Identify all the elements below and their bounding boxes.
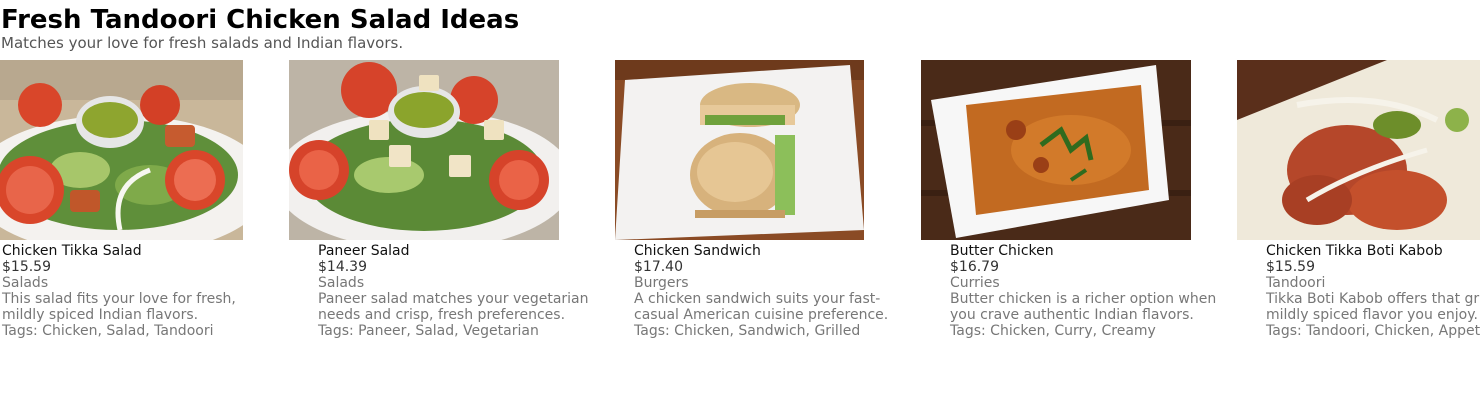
tags-label: Tags: — [2, 323, 38, 339]
dish-name[interactable]: Paneer Salad — [318, 243, 589, 259]
sandwich-photo-icon — [615, 60, 864, 240]
dish-price: $14.39 — [318, 259, 367, 275]
dish-category: Tandoori — [1266, 275, 1326, 291]
dish-name[interactable]: Chicken Tikka Salad — [2, 243, 236, 259]
dish-description-line-2: mildly spiced flavor you enjoy. — [1266, 307, 1478, 323]
dish-description-line-2: needs and crisp, fresh preferences. — [318, 307, 566, 323]
recommendation-card-paneer-salad[interactable]: Paneer Salad $14.39 Salads Paneer salad … — [289, 60, 589, 360]
dish-description-line-1: Paneer salad matches your vegetarian — [318, 291, 589, 307]
dish-price: $15.59 — [1266, 259, 1315, 275]
chicken-tikka-boti-kabob-image[interactable] — [1237, 60, 1480, 240]
dish-description-line-1: Butter chicken is a richer option when — [950, 291, 1217, 307]
tags-label: Tags: — [634, 323, 670, 339]
recommendation-card-chicken-sandwich[interactable]: Chicken Sandwich $17.40 Burgers A chicke… — [615, 60, 915, 360]
curry-photo-icon — [921, 60, 1191, 240]
dish-tags: Tags: Chicken, Salad, Tandoori — [2, 323, 236, 339]
tags-label: Tags: — [318, 323, 354, 339]
dish-description-line-2: casual American cuisine preference. — [634, 307, 889, 323]
tags-value: Paneer, Salad, Vegetarian — [358, 323, 539, 339]
dish-description-line-2: you crave authentic Indian flavors. — [950, 307, 1194, 323]
dish-description-line-1: Tikka Boti Kabob offers that gr — [1266, 291, 1480, 307]
dish-tags: Tags: Chicken, Curry, Creamy — [950, 323, 1216, 339]
recommendation-card-chicken-tikka-salad[interactable]: Chicken Tikka Salad $15.59 Salads This s… — [0, 60, 300, 360]
dish-tags: Tags: Paneer, Salad, Vegetarian — [318, 323, 589, 339]
paneer-salad-image[interactable] — [289, 60, 559, 240]
chicken-tikka-salad-image[interactable] — [0, 60, 243, 240]
dish-price: $15.59 — [2, 259, 51, 275]
salad-photo-icon — [0, 60, 243, 240]
salad-photo-icon — [289, 60, 559, 240]
dish-category: Burgers — [634, 275, 689, 291]
chicken-sandwich-image[interactable] — [615, 60, 864, 240]
tags-label: Tags: — [1266, 323, 1302, 339]
dish-description-line-1: This salad fits your love for fresh, — [2, 291, 236, 307]
tags-value: Chicken, Salad, Tandoori — [42, 323, 214, 339]
tags-value: Tandoori, Chicken, Appet — [1306, 323, 1480, 339]
dish-description-line-1: A chicken sandwich suits your fast- — [634, 291, 881, 307]
kabob-photo-icon — [1237, 60, 1480, 240]
tags-label: Tags: — [950, 323, 986, 339]
dish-description-line-2: mildly spiced Indian flavors. — [2, 307, 199, 323]
page-subtitle: Matches your love for fresh salads and I… — [1, 34, 404, 52]
dish-price: $16.79 — [950, 259, 999, 275]
dish-category: Salads — [318, 275, 365, 291]
dish-name[interactable]: Chicken Tikka Boti Kabob — [1266, 243, 1480, 259]
page-title: Fresh Tandoori Chicken Salad Ideas — [1, 5, 520, 35]
tags-value: Chicken, Sandwich, Grilled — [674, 323, 861, 339]
dish-name[interactable]: Butter Chicken — [950, 243, 1216, 259]
dish-category: Salads — [2, 275, 49, 291]
butter-chicken-image[interactable] — [921, 60, 1191, 240]
dish-tags: Tags: Tandoori, Chicken, Appet — [1266, 323, 1480, 339]
recommendation-card-butter-chicken[interactable]: Butter Chicken $16.79 Curries Butter chi… — [921, 60, 1231, 360]
dish-price: $17.40 — [634, 259, 683, 275]
tags-value: Chicken, Curry, Creamy — [990, 323, 1156, 339]
dish-name[interactable]: Chicken Sandwich — [634, 243, 888, 259]
recommendation-card-chicken-tikka-boti-kabob[interactable]: Chicken Tikka Boti Kabob $15.59 Tandoori… — [1237, 60, 1480, 360]
dish-tags: Tags: Chicken, Sandwich, Grilled — [634, 323, 888, 339]
dish-category: Curries — [950, 275, 1000, 291]
